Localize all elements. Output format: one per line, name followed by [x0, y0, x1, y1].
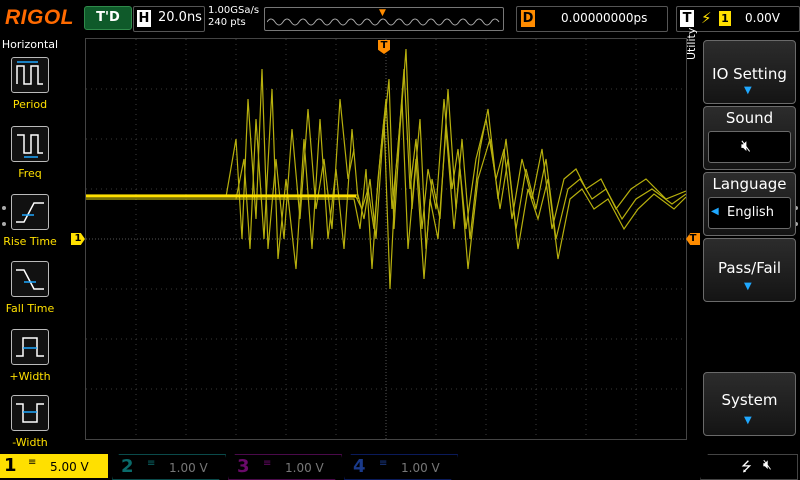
measure-period[interactable]: Period [0, 54, 60, 120]
memory-depth: 240 pts [208, 17, 246, 28]
ch3-status[interactable]: 3 ≡ 1.00 V [228, 454, 342, 480]
io-setting-label: IO Setting [712, 65, 787, 83]
freq-label: Freq [18, 167, 42, 180]
usb-icon: ⭍ [741, 460, 752, 475]
ch2-coupling-icon: ≡ [147, 458, 156, 469]
fall-time-icon [11, 261, 49, 297]
delay-box[interactable]: D 0.00000000ps [516, 6, 668, 32]
fall-time-label: Fall Time [5, 302, 55, 315]
chevron-down-icon: ▼ [744, 281, 752, 292]
measure-positive-width[interactable]: +Width [0, 326, 60, 392]
rise-time-icon [11, 194, 49, 230]
trigger-level-marker[interactable]: T [686, 233, 700, 245]
ch2-scale: 1.00 V [169, 461, 208, 475]
measure-negative-width[interactable]: -Width [0, 392, 60, 458]
period-label: Period [12, 98, 48, 111]
mute-icon: 🔇︎ [763, 457, 772, 473]
sound-toggle[interactable]: 🔇︎ [708, 131, 791, 163]
sound-button[interactable]: Sound 🔇︎ [703, 106, 796, 170]
acquisition-info: 1.00GSa/s 240 pts [208, 5, 259, 29]
timebase-box[interactable]: H 20.0ns [133, 6, 205, 32]
io-setting-button[interactable]: IO Setting ▼ [703, 40, 796, 104]
top-status-bar: RIGOL T'D H 20.0ns 1.00GSa/s 240 pts ▼ D… [0, 0, 800, 36]
measure-rise-time[interactable]: Rise Time [0, 191, 60, 257]
language-selector[interactable]: ◀ English [708, 197, 791, 229]
rigol-logo: RIGOL [5, 6, 74, 29]
ch4-scale: 1.00 V [401, 461, 440, 475]
horizontal-measure-menu: Horizontal Period Freq Rise Time Fall Ti… [0, 36, 60, 452]
ch4-number: 4 [353, 456, 366, 477]
ch1-status[interactable]: 1 ≡ 5.00 V [0, 454, 108, 478]
chevron-left-icon: ◀ [711, 206, 719, 217]
ch1-coupling-icon: ≡ [28, 457, 37, 468]
trigger-label: T [680, 10, 694, 27]
memory-overview-window: ▼ [264, 7, 504, 31]
ch3-scale: 1.00 V [285, 461, 324, 475]
timebase-value: 20.0ns [158, 10, 202, 25]
system-label: System [721, 391, 778, 409]
rise-time-label: Rise Time [3, 235, 57, 248]
memory-trigger-marker: ▼ [379, 8, 386, 18]
language-label: Language [712, 175, 787, 193]
language-value: English [727, 205, 774, 220]
trigger-source: 1 [719, 11, 731, 26]
language-button[interactable]: Language ◀ English [703, 172, 796, 236]
frequency-icon [11, 126, 49, 162]
ch1-offset-marker[interactable]: 1 [71, 233, 85, 245]
ch2-status[interactable]: 2 ≡ 1.00 V [112, 454, 226, 480]
rising-edge-icon: ⚡ [701, 9, 712, 27]
sample-rate: 1.00GSa/s [208, 5, 260, 16]
positive-width-icon [11, 329, 49, 365]
mute-icon: 🔇︎ [741, 136, 752, 155]
delay-label: D [521, 10, 535, 27]
horizontal-label: H [137, 10, 151, 27]
pass-fail-button[interactable]: Pass/Fail ▼ [703, 238, 796, 302]
measure-fall-time[interactable]: Fall Time [0, 258, 60, 324]
ch4-status[interactable]: 4 ≡ 1.00 V [344, 454, 458, 480]
system-button[interactable]: System ▼ [703, 372, 796, 436]
utility-side-label: Utility [685, 27, 698, 60]
delay-value: 0.00000000ps [561, 11, 648, 25]
menu-title: Horizontal [1, 38, 59, 51]
trigger-status-badge: T'D [84, 6, 132, 30]
left-knob-dot-top [2, 206, 6, 210]
ch1-scale: 5.00 V [50, 460, 89, 474]
ch3-number: 3 [237, 456, 250, 477]
ch1-number: 1 [4, 455, 17, 476]
left-knob-dot-bottom [2, 222, 6, 226]
ch2-number: 2 [121, 456, 134, 477]
chevron-down-icon: ▼ [744, 415, 752, 426]
trigger-level: 0.00V [745, 11, 780, 25]
negative-width-label: -Width [12, 436, 48, 449]
positive-width-label: +Width [9, 370, 51, 383]
ch4-coupling-icon: ≡ [379, 458, 388, 469]
waveform-display[interactable] [85, 38, 687, 440]
ch3-coupling-icon: ≡ [263, 458, 272, 469]
period-icon [11, 57, 49, 93]
channel-status-bar: 1 ≡ 5.00 V 2 ≡ 1.00 V 3 ≡ 1.00 V 4 ≡ 1.0… [0, 452, 800, 480]
sound-label: Sound [725, 109, 774, 127]
negative-width-icon [11, 395, 49, 431]
measure-frequency[interactable]: Freq [0, 123, 60, 189]
system-status-area: ⭍ 🔇︎ [700, 454, 798, 480]
pass-fail-label: Pass/Fail [717, 259, 782, 277]
graticule [86, 39, 687, 439]
chevron-down-icon: ▼ [744, 85, 752, 96]
